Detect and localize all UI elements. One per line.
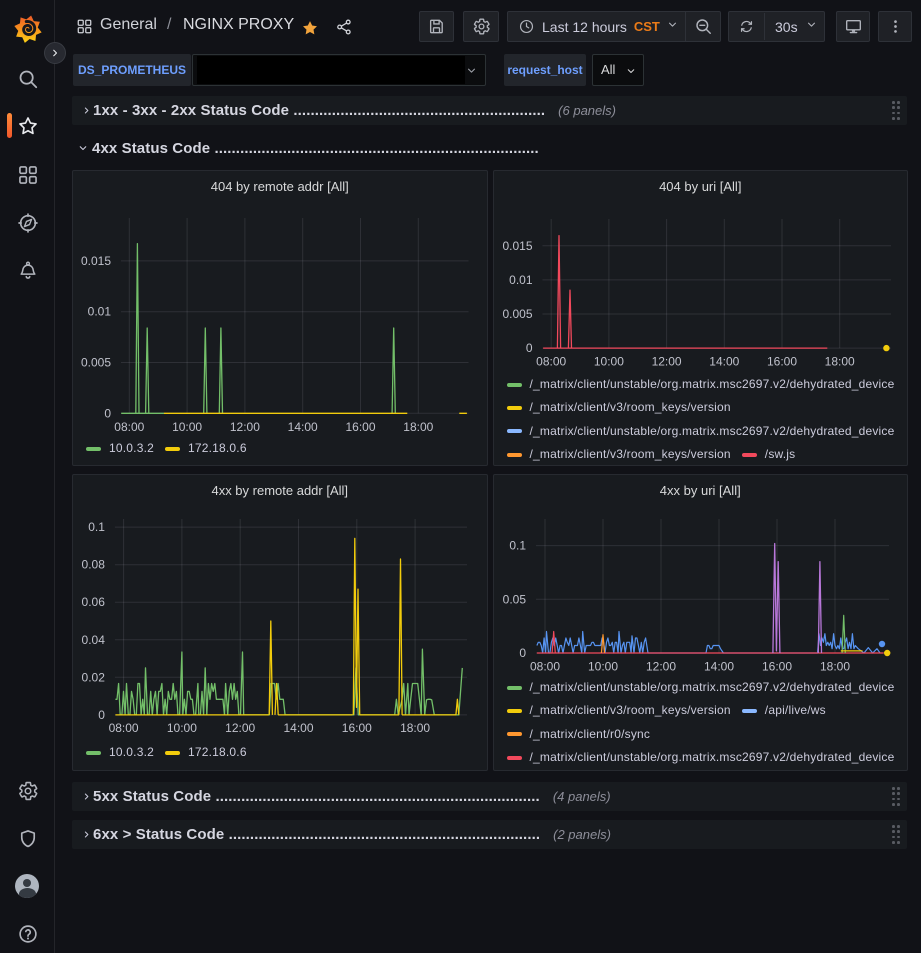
svg-text:0.01: 0.01 — [88, 305, 112, 319]
svg-text:16:00: 16:00 — [342, 721, 372, 735]
svg-text:10:00: 10:00 — [172, 420, 202, 434]
svg-text:0: 0 — [98, 708, 105, 722]
svg-text:0.05: 0.05 — [502, 592, 526, 606]
svg-text:18:00: 18:00 — [819, 660, 849, 674]
svg-text:0.08: 0.08 — [82, 558, 106, 572]
svg-text:0.005: 0.005 — [81, 356, 111, 370]
svg-text:16:00: 16:00 — [761, 660, 791, 674]
svg-text:0.04: 0.04 — [82, 633, 106, 647]
svg-text:08:00: 08:00 — [536, 355, 566, 369]
svg-text:12:00: 12:00 — [225, 721, 255, 735]
svg-text:12:00: 12:00 — [645, 660, 675, 674]
svg-text:0.02: 0.02 — [82, 670, 106, 684]
svg-text:08:00: 08:00 — [109, 721, 139, 735]
svg-text:18:00: 18:00 — [403, 420, 433, 434]
svg-text:0: 0 — [525, 341, 532, 355]
svg-text:08:00: 08:00 — [114, 420, 144, 434]
svg-text:14:00: 14:00 — [288, 420, 318, 434]
svg-text:10:00: 10:00 — [593, 355, 623, 369]
svg-text:10:00: 10:00 — [587, 660, 617, 674]
svg-text:16:00: 16:00 — [345, 420, 375, 434]
svg-text:14:00: 14:00 — [703, 660, 733, 674]
svg-text:0.015: 0.015 — [502, 239, 532, 253]
svg-text:16:00: 16:00 — [766, 355, 796, 369]
svg-text:08:00: 08:00 — [529, 660, 559, 674]
svg-text:0.06: 0.06 — [82, 595, 106, 609]
svg-text:0.1: 0.1 — [509, 539, 526, 553]
svg-text:12:00: 12:00 — [230, 420, 260, 434]
svg-text:0.015: 0.015 — [81, 254, 111, 268]
svg-text:14:00: 14:00 — [709, 355, 739, 369]
svg-text:18:00: 18:00 — [824, 355, 854, 369]
svg-text:0: 0 — [104, 406, 111, 420]
svg-text:10:00: 10:00 — [167, 721, 197, 735]
svg-text:0: 0 — [519, 646, 526, 660]
svg-text:0.1: 0.1 — [88, 520, 105, 534]
svg-text:12:00: 12:00 — [651, 355, 681, 369]
svg-text:0.01: 0.01 — [509, 273, 533, 287]
svg-text:0.005: 0.005 — [502, 307, 532, 321]
svg-text:18:00: 18:00 — [400, 721, 430, 735]
svg-text:14:00: 14:00 — [283, 721, 313, 735]
